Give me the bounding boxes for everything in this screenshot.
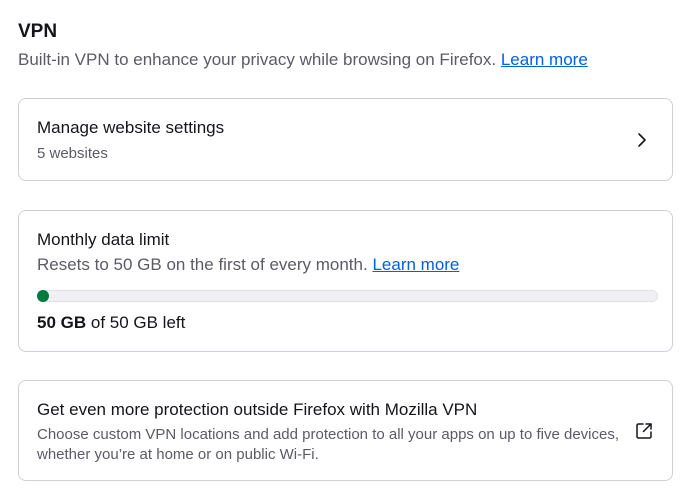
section-description: Built-in VPN to enhance your privacy whi… [18, 48, 675, 72]
promo-description: Choose custom VPN locations and add prot… [37, 426, 620, 463]
learn-more-link[interactable]: Learn more [501, 50, 588, 69]
promo-title: Get even more protection outside Firefox… [37, 400, 478, 419]
manage-website-settings-title: Manage website settings [37, 118, 225, 137]
mozilla-vpn-promo-card[interactable]: Get even more protection outside Firefox… [18, 380, 673, 481]
data-limit-learn-more-link[interactable]: Learn more [372, 255, 459, 274]
data-usage-progress-fill [37, 290, 49, 302]
data-limit-title: Monthly data limit [37, 230, 170, 249]
manage-website-settings-card[interactable]: Manage website settings 5 websites [18, 98, 673, 181]
chevron-right-icon [638, 133, 646, 147]
data-limit-reset-text: Resets to 50 GB on the first of every mo… [37, 254, 459, 276]
section-title: VPN [18, 21, 58, 42]
data-remaining: 50 GB of 50 GB left [37, 312, 185, 334]
reset-description: Resets to 50 GB on the first of every mo… [37, 255, 368, 274]
vpn-settings-page: VPN Built-in VPN to enhance your privacy… [18, 20, 675, 481]
data-remaining-suffix: of 50 GB left [86, 313, 186, 332]
external-link-icon [636, 423, 652, 439]
data-usage-progress-bar [37, 290, 658, 302]
monthly-data-limit-card: Monthly data limit Resets to 50 GB on th… [18, 210, 673, 352]
website-count: 5 websites [37, 145, 108, 162]
data-remaining-amount: 50 GB [37, 313, 87, 332]
section-description-text: Built-in VPN to enhance your privacy whi… [18, 50, 497, 69]
